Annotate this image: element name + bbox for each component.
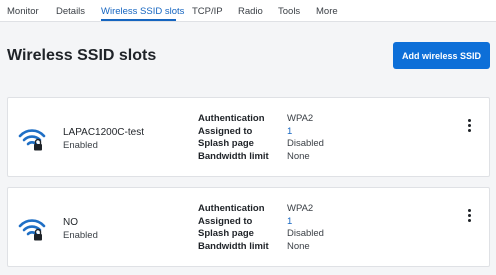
- more-vertical-icon[interactable]: [462, 116, 476, 134]
- assigned-to-label: Assigned to: [198, 126, 253, 137]
- wifi-lock-icon: [18, 129, 46, 151]
- tab-bar: Monitor Details Wireless SSID slots TCP/…: [0, 0, 496, 22]
- tab-wireless-ssid-slots[interactable]: Wireless SSID slots: [101, 6, 184, 17]
- ssid-name: LAPAC1200C-test: [63, 127, 144, 138]
- splash-page-label: Splash page: [198, 228, 254, 239]
- splash-page-value: Disabled: [287, 138, 324, 149]
- bandwidth-limit-label: Bandwidth limit: [198, 151, 269, 162]
- authentication-value: WPA2: [287, 113, 314, 124]
- bandwidth-limit-value: None: [287, 241, 310, 252]
- bandwidth-limit-value: None: [287, 151, 310, 162]
- assigned-to-link[interactable]: 1: [287, 216, 292, 227]
- bandwidth-limit-label: Bandwidth limit: [198, 241, 269, 252]
- splash-page-label: Splash page: [198, 138, 254, 149]
- page-title: Wireless SSID slots: [7, 47, 157, 64]
- tab-more[interactable]: More: [316, 6, 338, 17]
- ssid-status: Enabled: [63, 140, 98, 151]
- wifi-lock-icon: [18, 219, 46, 241]
- authentication-label: Authentication: [198, 113, 265, 124]
- tab-radio[interactable]: Radio: [238, 6, 263, 17]
- tab-details[interactable]: Details: [56, 6, 85, 17]
- tab-tools[interactable]: Tools: [278, 6, 300, 17]
- ssid-name: NO: [63, 217, 78, 228]
- ssid-card: NO Enabled Authentication WPA2 Assigned …: [7, 187, 490, 267]
- authentication-value: WPA2: [287, 203, 314, 214]
- tab-tcp-ip[interactable]: TCP/IP: [192, 6, 223, 17]
- more-vertical-icon[interactable]: [462, 206, 476, 224]
- ssid-card: LAPAC1200C-test Enabled Authentication W…: [7, 97, 490, 177]
- active-tab-indicator: [101, 19, 176, 21]
- tab-monitor[interactable]: Monitor: [7, 6, 39, 17]
- assigned-to-link[interactable]: 1: [287, 126, 292, 137]
- assigned-to-label: Assigned to: [198, 216, 253, 227]
- authentication-label: Authentication: [198, 203, 265, 214]
- ssid-status: Enabled: [63, 230, 98, 241]
- splash-page-value: Disabled: [287, 228, 324, 239]
- add-wireless-ssid-button[interactable]: Add wireless SSID: [393, 42, 490, 69]
